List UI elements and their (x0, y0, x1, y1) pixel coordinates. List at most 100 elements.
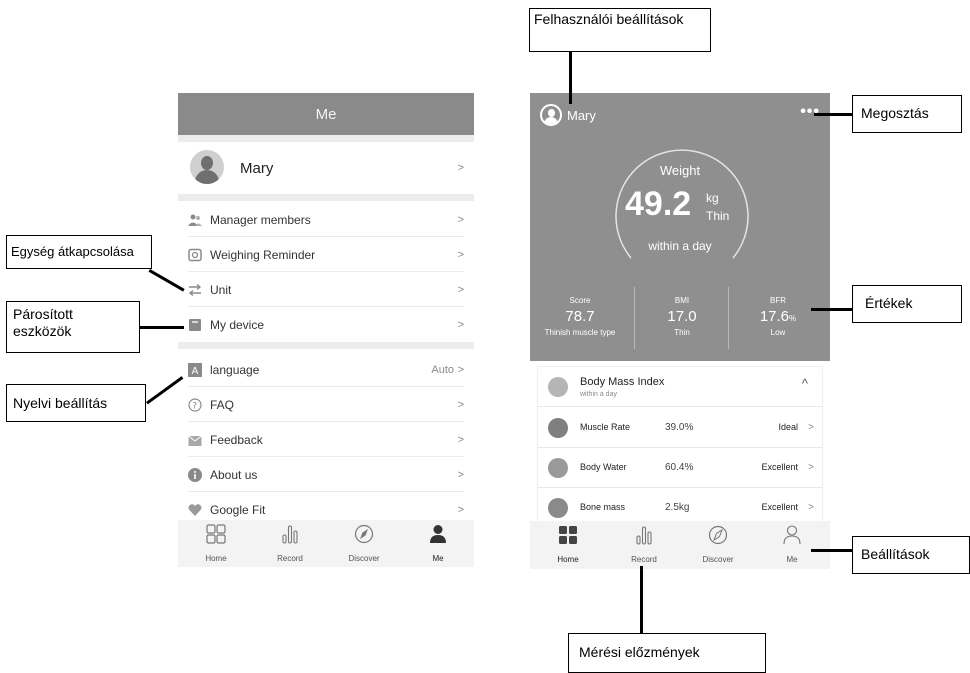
callout-text: Mérési előzmények (579, 644, 700, 660)
tab-bar: Home Record Discover Me (530, 521, 830, 569)
language-value: Auto (431, 364, 454, 376)
tab-label: Me (432, 554, 444, 563)
chevron-right-icon: > (457, 504, 464, 516)
menu-item-language[interactable]: A language Auto > (178, 352, 474, 387)
chevron-right-icon: > (808, 462, 814, 473)
menu-item-unit[interactable]: Unit > (178, 272, 474, 307)
menu-item-feedback[interactable]: Feedback > (178, 422, 474, 457)
callout-line (140, 326, 184, 329)
callout-line (640, 566, 643, 633)
person-icon (430, 525, 446, 543)
bar-chart-icon (282, 525, 298, 544)
menu-label: Manager members (210, 213, 311, 227)
me-screen: Me Mary > Manager members > Weighing Rem… (178, 93, 474, 567)
stat-row-muscle-rate[interactable]: Muscle Rate 39.0% Ideal > (538, 409, 822, 448)
metric-label: BFR (770, 296, 786, 305)
compass-icon (708, 525, 728, 545)
compass-icon (354, 524, 374, 544)
callout-history: Mérési előzmények (568, 633, 766, 673)
metric-label: Score (569, 296, 591, 305)
avatar[interactable] (540, 104, 562, 126)
bmi-card-header[interactable]: Body Mass Index within a day ^ (538, 367, 822, 407)
profile-row[interactable]: Mary > (178, 142, 474, 194)
tab-record[interactable]: Record (260, 524, 320, 563)
tab-label: Record (631, 555, 657, 564)
info-icon (188, 468, 202, 482)
alarm-clock-icon (188, 248, 202, 262)
swap-arrows-icon (188, 283, 202, 297)
tab-label: Home (557, 555, 579, 564)
chevron-up-icon[interactable]: ^ (802, 376, 808, 391)
tab-label: Home (205, 554, 227, 563)
callout-text: Megosztás (861, 105, 929, 121)
home-grid-icon (206, 524, 226, 544)
bone-icon (548, 498, 568, 518)
callout-text: Egység átkapcsolása (11, 244, 134, 259)
stat-name: Bone mass (580, 502, 626, 512)
tab-home[interactable]: Home (538, 525, 598, 564)
stat-name: Body Water (580, 462, 627, 472)
svg-text:?: ? (192, 402, 197, 412)
stat-status: Excellent (761, 462, 798, 472)
weight-unit: kg (706, 191, 719, 205)
chevron-right-icon: > (457, 364, 464, 376)
tab-discover[interactable]: Discover (688, 525, 748, 564)
chevron-right-icon: > (457, 284, 464, 296)
tab-label: Discover (348, 554, 380, 563)
tab-record[interactable]: Record (614, 525, 674, 564)
menu-label: language (210, 363, 260, 377)
callout-values: Értékek (852, 285, 962, 323)
callout-line (811, 308, 852, 311)
menu-label: Unit (210, 283, 232, 297)
metric-bmi: BMI 17.0 Thin (632, 287, 732, 349)
menu-label: Weighing Reminder (210, 248, 316, 262)
section-gap (178, 194, 474, 201)
metrics-row: Score 78.7 Thinish muscle type BMI 17.0 … (530, 287, 830, 349)
chevron-right-icon: > (457, 249, 464, 261)
body-stats-card: Body Mass Index within a day ^ Muscle Ra… (538, 367, 822, 527)
bar-chart-icon (636, 526, 652, 545)
stat-value: 2.5kg (665, 502, 690, 513)
metric-sub: Thinish muscle type (544, 328, 616, 337)
callout-settings: Beállítások (852, 536, 970, 574)
menu-item-weighing-reminder[interactable]: Weighing Reminder > (178, 237, 474, 272)
tab-me[interactable]: Me (762, 525, 822, 564)
tab-me[interactable]: Me (408, 524, 468, 563)
profile-name[interactable]: Mary (567, 108, 596, 123)
results-screen: Mary ••• Weight 49.2 kg Thin within a da… (530, 93, 830, 569)
chevron-right-icon: > (457, 399, 464, 411)
tab-label: Record (277, 554, 303, 563)
language-icon: A (188, 363, 202, 377)
metric-sub: Low (770, 328, 786, 337)
avatar (190, 150, 224, 184)
metric-sub: Thin (674, 328, 690, 337)
stat-row-body-water[interactable]: Body Water 60.4% Excellent > (538, 449, 822, 488)
menu-label: Feedback (210, 433, 263, 447)
person-icon (783, 525, 801, 545)
tab-discover[interactable]: Discover (334, 524, 394, 563)
mail-icon (188, 435, 202, 446)
question-icon: ? (188, 398, 202, 412)
me-header: Me (178, 93, 474, 135)
menu-item-my-device[interactable]: My device > (178, 307, 474, 342)
muscle-icon (548, 418, 568, 438)
weight-time: within a day (648, 239, 712, 253)
bmi-subtitle: within a day (580, 391, 617, 398)
chevron-right-icon: > (457, 469, 464, 481)
metric-unit: % (789, 314, 797, 323)
tab-label: Discover (702, 555, 734, 564)
weight-value: 49.2 (625, 185, 692, 223)
callout-line (814, 113, 852, 116)
metric-number: 17.6 (759, 308, 790, 325)
menu-item-about-us[interactable]: About us > (178, 457, 474, 492)
more-icon[interactable]: ••• (800, 103, 820, 121)
home-grid-icon (559, 526, 577, 544)
tab-home[interactable]: Home (186, 524, 246, 563)
menu-item-faq[interactable]: ? FAQ > (178, 387, 474, 422)
chevron-right-icon: > (457, 434, 464, 446)
section-gap (178, 135, 474, 142)
tab-label: Me (786, 555, 798, 564)
menu-item-manager-members[interactable]: Manager members > (178, 202, 474, 237)
callout-text: Értékek (865, 295, 913, 311)
bmi-icon (548, 377, 568, 397)
